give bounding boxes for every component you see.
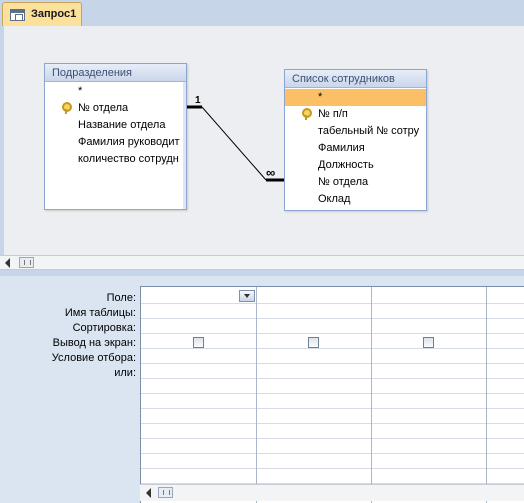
qbe-grid[interactable] <box>140 286 524 503</box>
primary-key-icon <box>302 108 312 120</box>
show-checkbox-col2[interactable] <box>308 337 319 348</box>
field-otdel-number[interactable]: № отдела <box>285 174 426 191</box>
field-label: * <box>78 85 83 97</box>
tab-query1[interactable]: Запрос1 <box>2 2 82 26</box>
field-label: количество сотрудн <box>78 153 179 165</box>
field-label: Оклад <box>318 193 351 205</box>
field-label: Фамилия руководит <box>78 136 180 148</box>
field-manager-surname[interactable]: Фамилия руководит <box>45 134 186 151</box>
scroll-left-icon[interactable] <box>5 258 10 268</box>
qbe-grid-horizontal-scrollbar[interactable] <box>140 484 524 501</box>
field-label: № отдела <box>318 176 369 188</box>
query-design-pane[interactable]: 1 ∞ Подразделения * № отдела Название от… <box>0 26 524 255</box>
field-salary[interactable]: Оклад <box>285 191 426 208</box>
tab-label: Запрос1 <box>31 8 77 20</box>
field-position[interactable]: Должность <box>285 157 426 174</box>
show-checkbox-col1[interactable] <box>193 337 204 348</box>
row-label-show: Вывод на экран: <box>52 337 136 349</box>
field-label: Должность <box>318 159 374 171</box>
table-employees-list[interactable]: Список сотрудников * № п/п табельный № с… <box>284 69 427 211</box>
field-asterisk[interactable]: * <box>285 89 426 106</box>
table-title[interactable]: Список сотрудников <box>285 70 426 88</box>
row-label-field: Поле: <box>106 292 136 304</box>
table-vertical-scrollbar[interactable] <box>183 82 186 209</box>
field-label: № п/п <box>318 108 348 120</box>
table-title[interactable]: Подразделения <box>45 64 186 82</box>
scrollbar-thumb[interactable] <box>158 487 173 498</box>
field-personnel-number[interactable]: табельный № сотру <box>285 123 426 140</box>
row-label-sort: Сортировка: <box>72 322 136 334</box>
field-employee-count[interactable]: количество сотрудн <box>45 151 186 168</box>
field-row-number[interactable]: № п/п <box>285 106 426 123</box>
join-many-label: ∞ <box>266 165 275 180</box>
row-label-or: или: <box>114 367 136 379</box>
field-otdel-number[interactable]: № отдела <box>45 100 186 117</box>
field-dropdown-button[interactable] <box>239 290 255 302</box>
field-label: Название отдела <box>78 119 166 131</box>
scroll-left-icon[interactable] <box>146 488 151 498</box>
show-checkbox-col3[interactable] <box>423 337 434 348</box>
row-label-table-name: Имя таблицы: <box>64 307 136 319</box>
query-grid-area: Поле: Имя таблицы: Сортировка: Вывод на … <box>0 276 524 503</box>
field-label: Фамилия <box>318 142 365 154</box>
field-label: * <box>318 91 323 103</box>
field-otdel-name[interactable]: Название отдела <box>45 117 186 134</box>
design-pane-horizontal-scrollbar[interactable] <box>0 255 524 270</box>
table-podrazdeleniya[interactable]: Подразделения * № отдела Название отдела… <box>44 63 187 210</box>
field-label: № отдела <box>78 102 129 114</box>
primary-key-icon <box>62 102 72 114</box>
document-tab-strip: Запрос1 <box>0 0 524 26</box>
scrollbar-thumb[interactable] <box>19 257 34 268</box>
field-surname[interactable]: Фамилия <box>285 140 426 157</box>
row-label-criteria: Условие отбора: <box>51 352 136 364</box>
join-one-label: 1 <box>195 95 201 106</box>
field-asterisk[interactable]: * <box>45 83 186 100</box>
query-icon <box>10 9 25 21</box>
field-label: табельный № сотру <box>318 125 420 137</box>
